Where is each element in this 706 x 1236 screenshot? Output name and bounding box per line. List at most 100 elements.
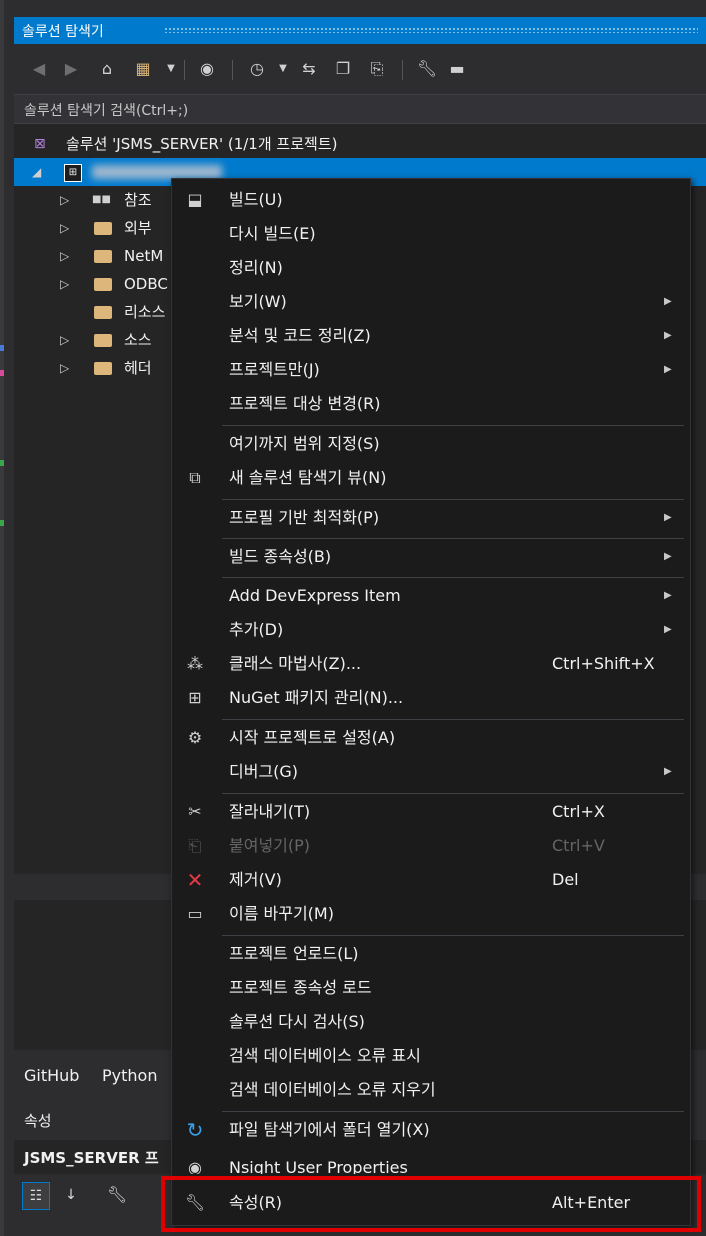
- menu-item-rename[interactable]: ▭ 이름 바꾸기(M): [172, 898, 690, 930]
- titlebar-grip[interactable]: [164, 27, 698, 33]
- tree-item-label: 리소스: [124, 303, 166, 321]
- tab-github[interactable]: GitHub: [24, 1066, 79, 1085]
- menu-item-retarget[interactable]: 프로젝트 대상 변경(R): [172, 388, 690, 420]
- globe-icon: ◉: [188, 1158, 202, 1174]
- chevron-down-icon[interactable]: ▼: [160, 58, 182, 80]
- alphabetical-icon[interactable]: ↓: [58, 1182, 84, 1208]
- menu-item-rebuild[interactable]: 다시 빌드(E): [172, 218, 690, 250]
- preview-icon[interactable]: ▬: [446, 58, 468, 80]
- left-edge-marker: [0, 345, 4, 351]
- wrench-icon[interactable]: 🔧︎: [416, 58, 438, 80]
- new-view-icon: ⧉: [189, 468, 201, 487]
- switch-views-icon[interactable]: ▦: [132, 58, 154, 80]
- menu-item-label: 제거(V): [229, 870, 282, 889]
- context-menu: ⬓ 빌드(U) 다시 빌드(E) 정리(N) 보기(W) ▶ 분석 및 코드 정…: [171, 178, 691, 1226]
- menu-item-shortcut: Ctrl+Shift+X: [552, 654, 655, 673]
- home-icon[interactable]: ⌂: [96, 58, 118, 80]
- pending-changes-icon[interactable]: ◷: [246, 58, 268, 80]
- toolbar-separator: [184, 60, 185, 80]
- forward-icon[interactable]: ▶: [60, 58, 82, 80]
- tree-item-label: 참조: [124, 191, 152, 209]
- menu-item-label: 다시 빌드(E): [229, 224, 316, 243]
- property-pages-icon[interactable]: 🔧︎: [104, 1182, 130, 1208]
- menu-item-add[interactable]: 추가(D) ▶: [172, 614, 690, 646]
- properties-toolbar: ☷ ↓ 🔧︎: [14, 1176, 164, 1216]
- categorized-icon[interactable]: ☷: [22, 1182, 50, 1210]
- collapsed-arrow-icon[interactable]: ▷: [60, 354, 69, 382]
- menu-item-scope-to-this[interactable]: 여기까지 범위 지정(S): [172, 428, 690, 460]
- menu-item-label: 이름 바꾸기(M): [229, 904, 334, 923]
- menu-item-label: 붙여넣기(P): [229, 836, 311, 855]
- menu-item-view[interactable]: 보기(W) ▶: [172, 286, 690, 318]
- show-all-files-icon[interactable]: ⎘: [366, 58, 388, 80]
- menu-item-project-only[interactable]: 프로젝트만(J) ▶: [172, 354, 690, 386]
- menu-separator: [222, 499, 684, 500]
- menu-item-label: 솔루션 다시 검사(S): [229, 1012, 365, 1031]
- expanded-arrow-icon[interactable]: ◢: [32, 158, 41, 186]
- collapsed-arrow-icon[interactable]: ▷: [60, 242, 69, 270]
- menu-item-show-db-errors[interactable]: 검색 데이터베이스 오류 표시: [172, 1040, 690, 1072]
- menu-item-shortcut: Ctrl+V: [552, 836, 605, 855]
- menu-item-build-dependencies[interactable]: 빌드 종속성(B) ▶: [172, 541, 690, 573]
- menu-item-nuget[interactable]: ⊞ NuGet 패키지 관리(N)...: [172, 682, 690, 714]
- menu-item-clean[interactable]: 정리(N): [172, 252, 690, 284]
- panel-title: 솔루션 탐색기: [22, 24, 104, 40]
- chevron-down-icon[interactable]: ▼: [272, 58, 294, 80]
- menu-item-paste[interactable]: ⎗ 붙여넣기(P) Ctrl+V: [172, 830, 690, 862]
- collapsed-arrow-icon[interactable]: ▷: [60, 326, 69, 354]
- solution-label: 솔루션 'JSMS_SERVER' (1/1개 프로젝트): [66, 135, 338, 153]
- solution-node[interactable]: ⊠ 솔루션 'JSMS_SERVER' (1/1개 프로젝트): [14, 130, 706, 158]
- folder-icon: [94, 306, 112, 319]
- search-placeholder: 솔루션 탐색기 검색(Ctrl+;): [24, 103, 189, 119]
- panel-titlebar[interactable]: 솔루션 탐색기: [14, 17, 706, 44]
- submenu-arrow-icon: ▶: [664, 766, 672, 777]
- menu-item-pgo[interactable]: 프로필 기반 최적화(P) ▶: [172, 502, 690, 534]
- folder-icon: [94, 250, 112, 263]
- menu-item-build[interactable]: ⬓ 빌드(U): [172, 184, 690, 216]
- tree-item-label: NetM: [124, 247, 164, 265]
- menu-item-unload-project[interactable]: 프로젝트 언로드(L): [172, 938, 690, 970]
- menu-separator: [222, 425, 684, 426]
- menu-item-label: 프로필 기반 최적화(P): [229, 508, 380, 527]
- menu-item-label: 추가(D): [229, 620, 284, 639]
- menu-separator: [222, 719, 684, 720]
- open-folder-icon: ↻: [186, 1118, 204, 1142]
- menu-item-new-view[interactable]: ⧉ 새 솔루션 탐색기 뷰(N): [172, 462, 690, 494]
- globe-icon[interactable]: ◉: [196, 58, 218, 80]
- collapsed-arrow-icon[interactable]: ▷: [60, 214, 69, 242]
- collapsed-arrow-icon[interactable]: ▷: [60, 186, 69, 214]
- menu-item-set-startup[interactable]: ⚙ 시작 프로젝트로 설정(A): [172, 722, 690, 754]
- menu-item-label: Nsight User Properties: [229, 1158, 408, 1174]
- cut-icon: ✂: [188, 802, 202, 821]
- back-icon[interactable]: ◀: [28, 58, 50, 80]
- properties-target-label: JSMS_SERVER 프: [24, 1149, 159, 1167]
- menu-item-label: 프로젝트만(J): [229, 360, 320, 379]
- menu-item-nsight-properties[interactable]: ◉ Nsight User Properties: [172, 1152, 690, 1174]
- menu-item-open-in-explorer[interactable]: ↻ 파일 탐색기에서 폴더 열기(X): [172, 1114, 690, 1146]
- collapsed-arrow-icon[interactable]: ▷: [60, 270, 69, 298]
- menu-item-label: 보기(W): [229, 292, 287, 311]
- menu-item-rescan-solution[interactable]: 솔루션 다시 검사(S): [172, 1006, 690, 1038]
- menu-item-class-wizard[interactable]: ⁂ 클래스 마법사(Z)... Ctrl+Shift+X: [172, 648, 690, 680]
- toolbar-separator: [232, 60, 233, 80]
- menu-item-debug[interactable]: 디버그(G) ▶: [172, 756, 690, 788]
- menu-separator: [222, 538, 684, 539]
- tab-python[interactable]: Python: [102, 1066, 157, 1085]
- tree-item-label: ODBC: [124, 275, 168, 293]
- submenu-arrow-icon: ▶: [664, 512, 672, 523]
- menu-item-add-devexpress[interactable]: Add DevExpress Item ▶: [172, 580, 690, 612]
- sync-icon[interactable]: ⇆: [298, 58, 320, 80]
- left-edge-panel: [0, 0, 14, 1236]
- menu-item-analyze[interactable]: 분석 및 코드 정리(Z) ▶: [172, 320, 690, 352]
- menu-item-label: 정리(N): [229, 258, 283, 277]
- search-input[interactable]: 솔루션 탐색기 검색(Ctrl+;): [14, 94, 706, 124]
- rename-icon: ▭: [187, 904, 203, 923]
- menu-item-cut[interactable]: ✂ 잘라내기(T) Ctrl+X: [172, 796, 690, 828]
- menu-item-clear-db-errors[interactable]: 검색 데이터베이스 오류 지우기: [172, 1074, 690, 1106]
- menu-item-label: 빌드(U): [229, 190, 283, 209]
- references-icon: ■■: [92, 194, 111, 205]
- collapse-all-icon[interactable]: ❐: [332, 58, 354, 80]
- menu-item-load-dependencies[interactable]: 프로젝트 종속성 로드: [172, 972, 690, 1004]
- solution-explorer-toolbar: ◀ ▶ ⌂ ▦ ▼ ◉ ◷ ▼ ⇆ ❐ ⎘ 🔧︎ ▬: [14, 44, 706, 94]
- menu-item-remove[interactable]: ✕ 제거(V) Del: [172, 864, 690, 896]
